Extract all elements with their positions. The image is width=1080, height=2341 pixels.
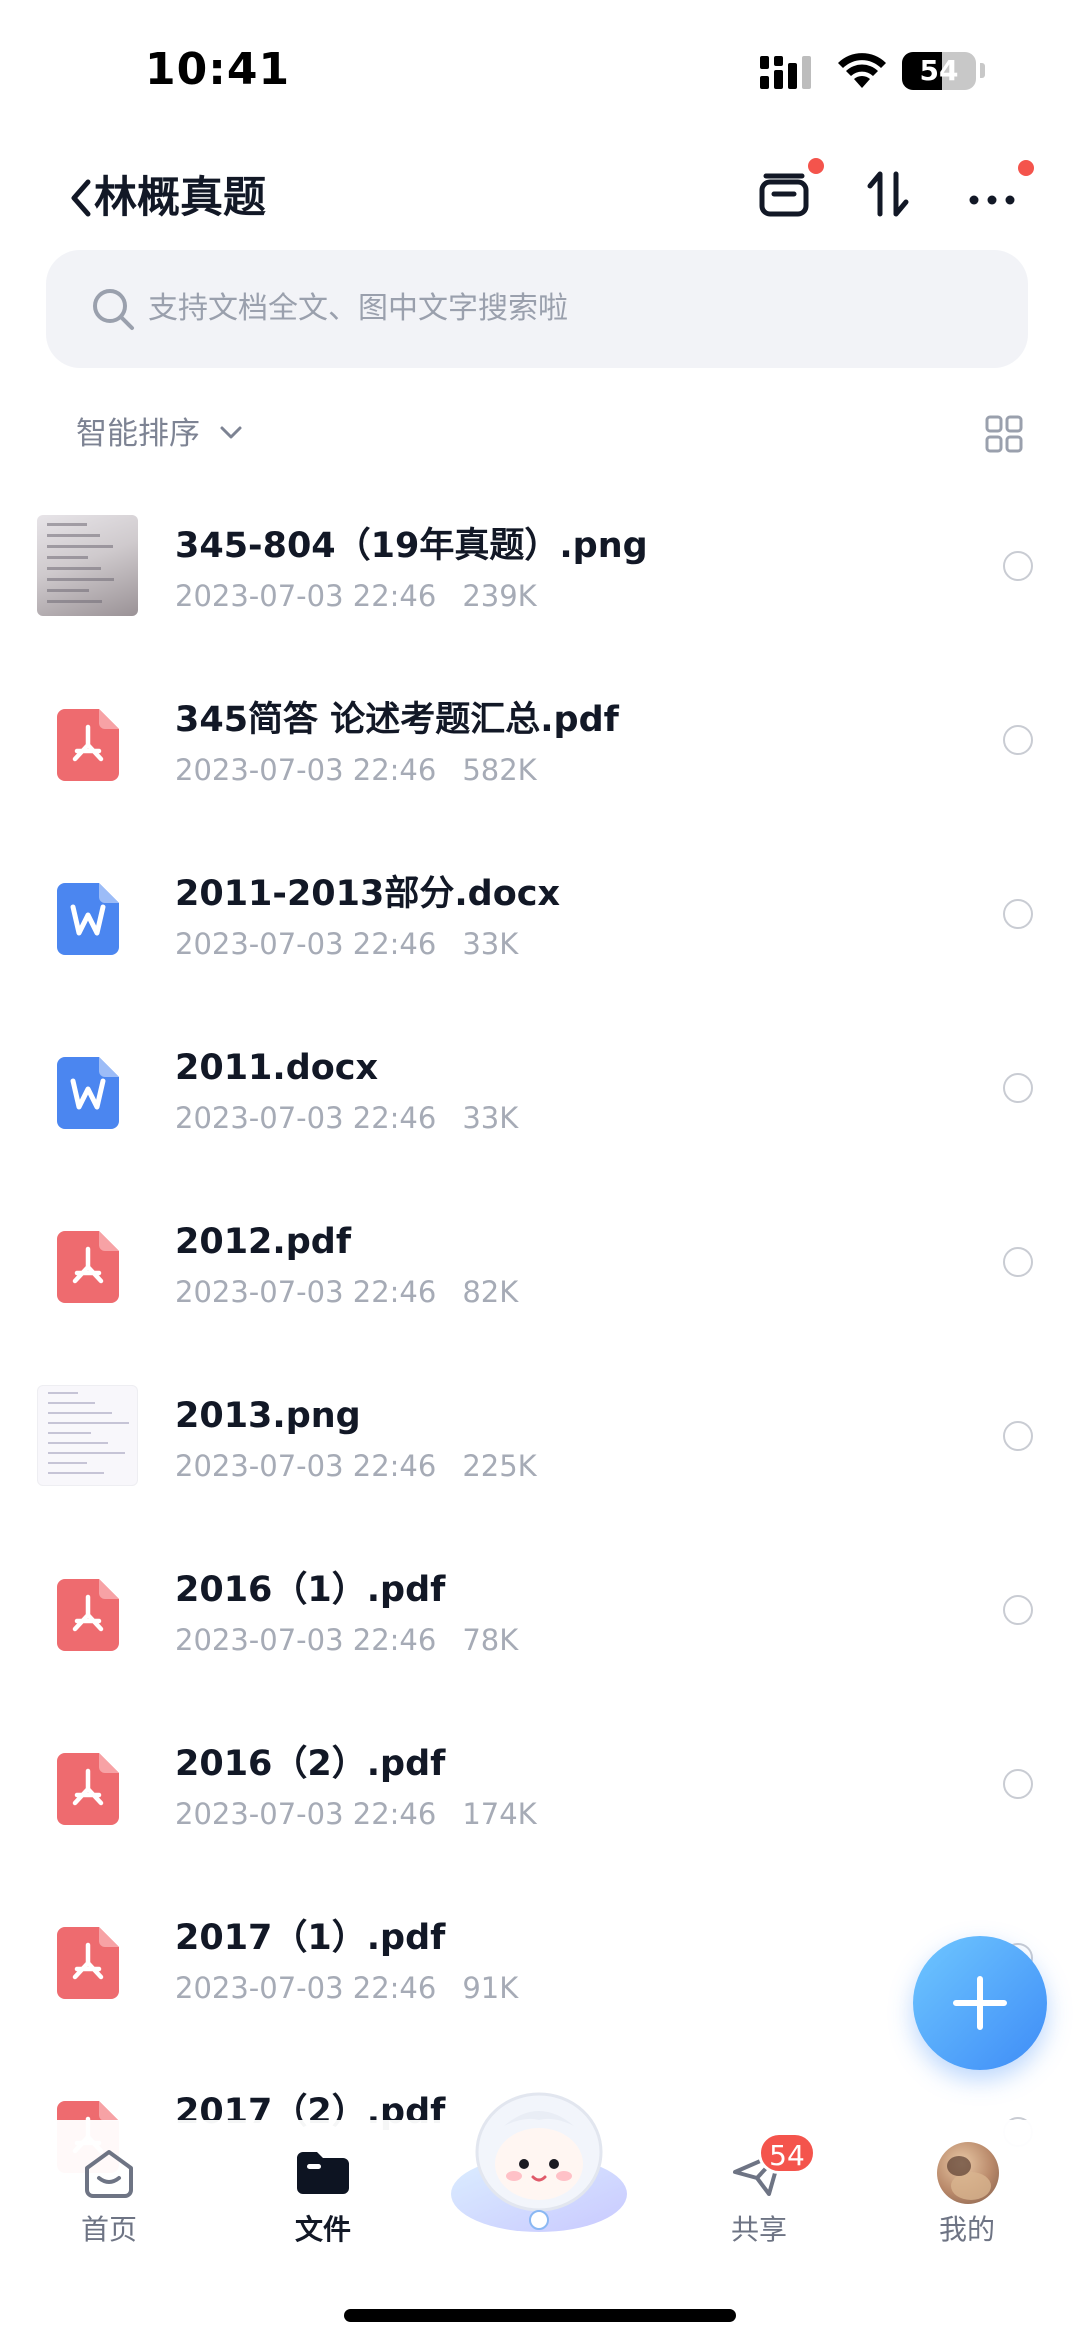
file-row[interactable]: 345简答 论述考题汇总.pdf 2023-07-03 22:46 582K xyxy=(0,689,1080,861)
home-indicator xyxy=(344,2309,736,2322)
file-row[interactable]: 2011-2013部分.docx 2023-07-03 22:46 33K xyxy=(0,863,1080,1035)
file-date: 2023-07-03 22:46 xyxy=(175,1623,437,1657)
file-name: 2013.png xyxy=(175,1396,361,1436)
file-size: 78K xyxy=(462,1623,519,1657)
word-file-icon xyxy=(57,1057,119,1129)
home-icon xyxy=(85,2150,133,2198)
select-checkbox[interactable] xyxy=(1003,551,1033,581)
share-badge: 54 xyxy=(758,2132,816,2174)
image-thumbnail xyxy=(37,1385,138,1486)
tab-home[interactable]: 首页 xyxy=(34,2120,184,2250)
file-name: 2011.docx xyxy=(175,1048,379,1088)
file-size: 33K xyxy=(462,927,519,961)
image-thumbnail xyxy=(37,515,138,616)
select-checkbox[interactable] xyxy=(1003,899,1033,929)
file-size: 225K xyxy=(462,1449,537,1483)
file-name: 2011-2013部分.docx xyxy=(175,874,561,914)
tab-label: 首页 xyxy=(80,2213,137,2246)
file-name: 345简答 论述考题汇总.pdf xyxy=(175,700,619,740)
file-meta: 2023-07-03 22:46 33K xyxy=(175,1097,518,1139)
file-meta: 2023-07-03 22:46 33K xyxy=(175,923,518,965)
add-button[interactable] xyxy=(913,1936,1047,2070)
file-size: 33K xyxy=(462,1101,519,1135)
file-meta: 2023-07-03 22:46 239K xyxy=(175,575,537,617)
select-checkbox[interactable] xyxy=(1003,725,1033,755)
select-checkbox[interactable] xyxy=(1003,1595,1033,1625)
bottom-tab-bar: 首页 文件 54 共享 我的 xyxy=(0,2092,1080,2341)
file-date: 2023-07-03 22:46 xyxy=(175,1449,437,1483)
file-meta: 2023-07-03 22:46 78K xyxy=(175,1619,518,1661)
ai-assistant-mascot-icon[interactable] xyxy=(444,2086,634,2236)
file-date: 2023-07-03 22:46 xyxy=(175,579,437,613)
tab-label: 我的 xyxy=(938,2213,995,2246)
pdf-file-icon xyxy=(57,1927,119,1999)
pdf-file-icon xyxy=(57,1231,119,1303)
file-row[interactable]: 345-804（19年真题）.png 2023-07-03 22:46 239K xyxy=(0,515,1080,687)
file-name: 2016（1）.pdf xyxy=(175,1570,446,1610)
file-row[interactable]: 2016（1）.pdf 2023-07-03 22:46 78K xyxy=(0,1559,1080,1731)
folder-icon xyxy=(297,2152,349,2194)
file-row[interactable]: 2016（2）.pdf 2023-07-03 22:46 174K xyxy=(0,1733,1080,1905)
file-date: 2023-07-03 22:46 xyxy=(175,753,437,787)
file-name: 2012.pdf xyxy=(175,1222,352,1262)
file-size: 174K xyxy=(462,1797,537,1831)
file-size: 82K xyxy=(462,1275,519,1309)
file-meta: 2023-07-03 22:46 91K xyxy=(175,1967,518,2009)
file-meta: 2023-07-03 22:46 582K xyxy=(175,749,537,791)
select-checkbox[interactable] xyxy=(1003,1073,1033,1103)
file-name: 2016（2）.pdf xyxy=(175,1744,446,1784)
file-row[interactable]: 2013.png 2023-07-03 22:46 225K xyxy=(0,1385,1080,1557)
tab-label: 文件 xyxy=(294,2213,351,2246)
file-meta: 2023-07-03 22:46 225K xyxy=(175,1445,537,1487)
pdf-file-icon xyxy=(57,1753,119,1825)
avatar xyxy=(937,2142,999,2204)
file-date: 2023-07-03 22:46 xyxy=(175,927,437,961)
file-row[interactable]: 2012.pdf 2023-07-03 22:46 82K xyxy=(0,1211,1080,1383)
tab-share[interactable]: 54 共享 xyxy=(684,2120,834,2250)
tab-files[interactable]: 文件 xyxy=(248,2120,398,2250)
file-row[interactable]: 2011.docx 2023-07-03 22:46 33K xyxy=(0,1037,1080,1209)
file-size: 91K xyxy=(462,1971,519,2005)
file-date: 2023-07-03 22:46 xyxy=(175,1275,437,1309)
file-name: 2017（1）.pdf xyxy=(175,1918,446,1958)
tab-profile[interactable]: 我的 xyxy=(892,2120,1042,2250)
pdf-file-icon xyxy=(57,709,119,781)
file-size: 239K xyxy=(462,579,537,613)
file-date: 2023-07-03 22:46 xyxy=(175,1101,437,1135)
tab-label: 共享 xyxy=(730,2213,787,2246)
file-date: 2023-07-03 22:46 xyxy=(175,1971,437,2005)
file-meta: 2023-07-03 22:46 174K xyxy=(175,1793,537,1835)
select-checkbox[interactable] xyxy=(1003,1247,1033,1277)
word-file-icon xyxy=(57,883,119,955)
select-checkbox[interactable] xyxy=(1003,1421,1033,1451)
file-size: 582K xyxy=(462,753,537,787)
plus-icon xyxy=(953,1976,1007,2030)
file-meta: 2023-07-03 22:46 82K xyxy=(175,1271,518,1313)
file-name: 345-804（19年真题）.png xyxy=(175,526,648,566)
pdf-file-icon xyxy=(57,1579,119,1651)
select-checkbox[interactable] xyxy=(1003,1769,1033,1799)
avatar-image xyxy=(947,2156,991,2200)
file-date: 2023-07-03 22:46 xyxy=(175,1797,437,1831)
